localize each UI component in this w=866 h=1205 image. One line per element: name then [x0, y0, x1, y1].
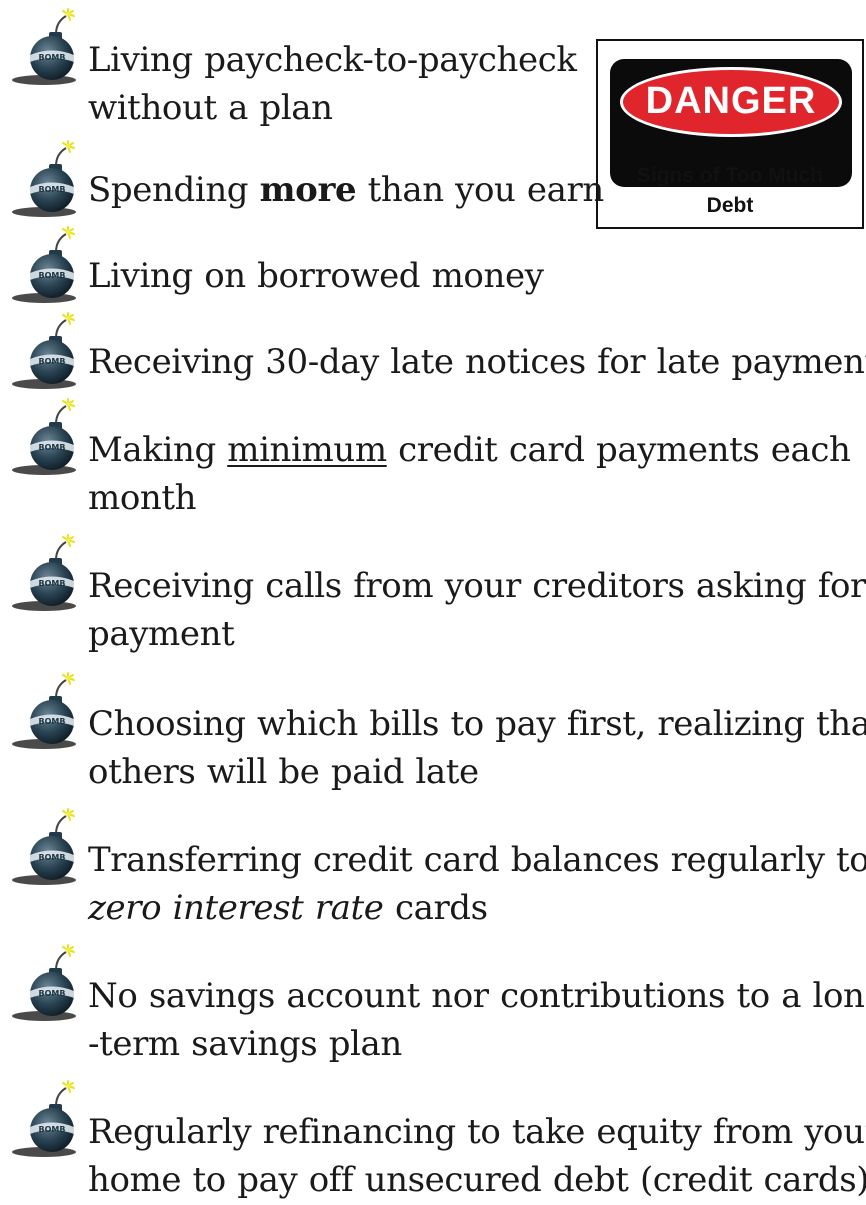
list-item-text: No savings account nor contributions to … — [88, 976, 866, 1064]
bomb-icon — [6, 8, 90, 92]
bomb-icon — [6, 398, 90, 482]
list-item-text: Making minimum credit card payments each… — [88, 430, 851, 518]
list-item-text: Receiving calls from your creditors aski… — [88, 566, 866, 654]
bomb-icon — [6, 312, 90, 396]
list-item-text: Receiving 30-day late notices for late p… — [88, 342, 866, 382]
list-item-text: Living paycheck-to-paycheck without a pl… — [88, 40, 577, 128]
list-item-text: Choosing which bills to pay first, reali… — [88, 704, 866, 792]
bomb-icon — [6, 672, 90, 756]
bomb-icon — [6, 1080, 90, 1164]
bomb-icon — [6, 534, 90, 618]
list-item-text: Spending more than you earn — [88, 170, 604, 210]
list-item-text: Living on borrowed money — [88, 256, 544, 296]
bomb-icon — [6, 944, 90, 1028]
list-item-text: Transferring credit card balances regula… — [88, 840, 866, 928]
bomb-icon — [6, 140, 90, 224]
bomb-icon — [6, 808, 90, 892]
bomb-icon — [6, 226, 90, 310]
list-item-text: Regularly refinancing to take equity fro… — [88, 1112, 866, 1200]
